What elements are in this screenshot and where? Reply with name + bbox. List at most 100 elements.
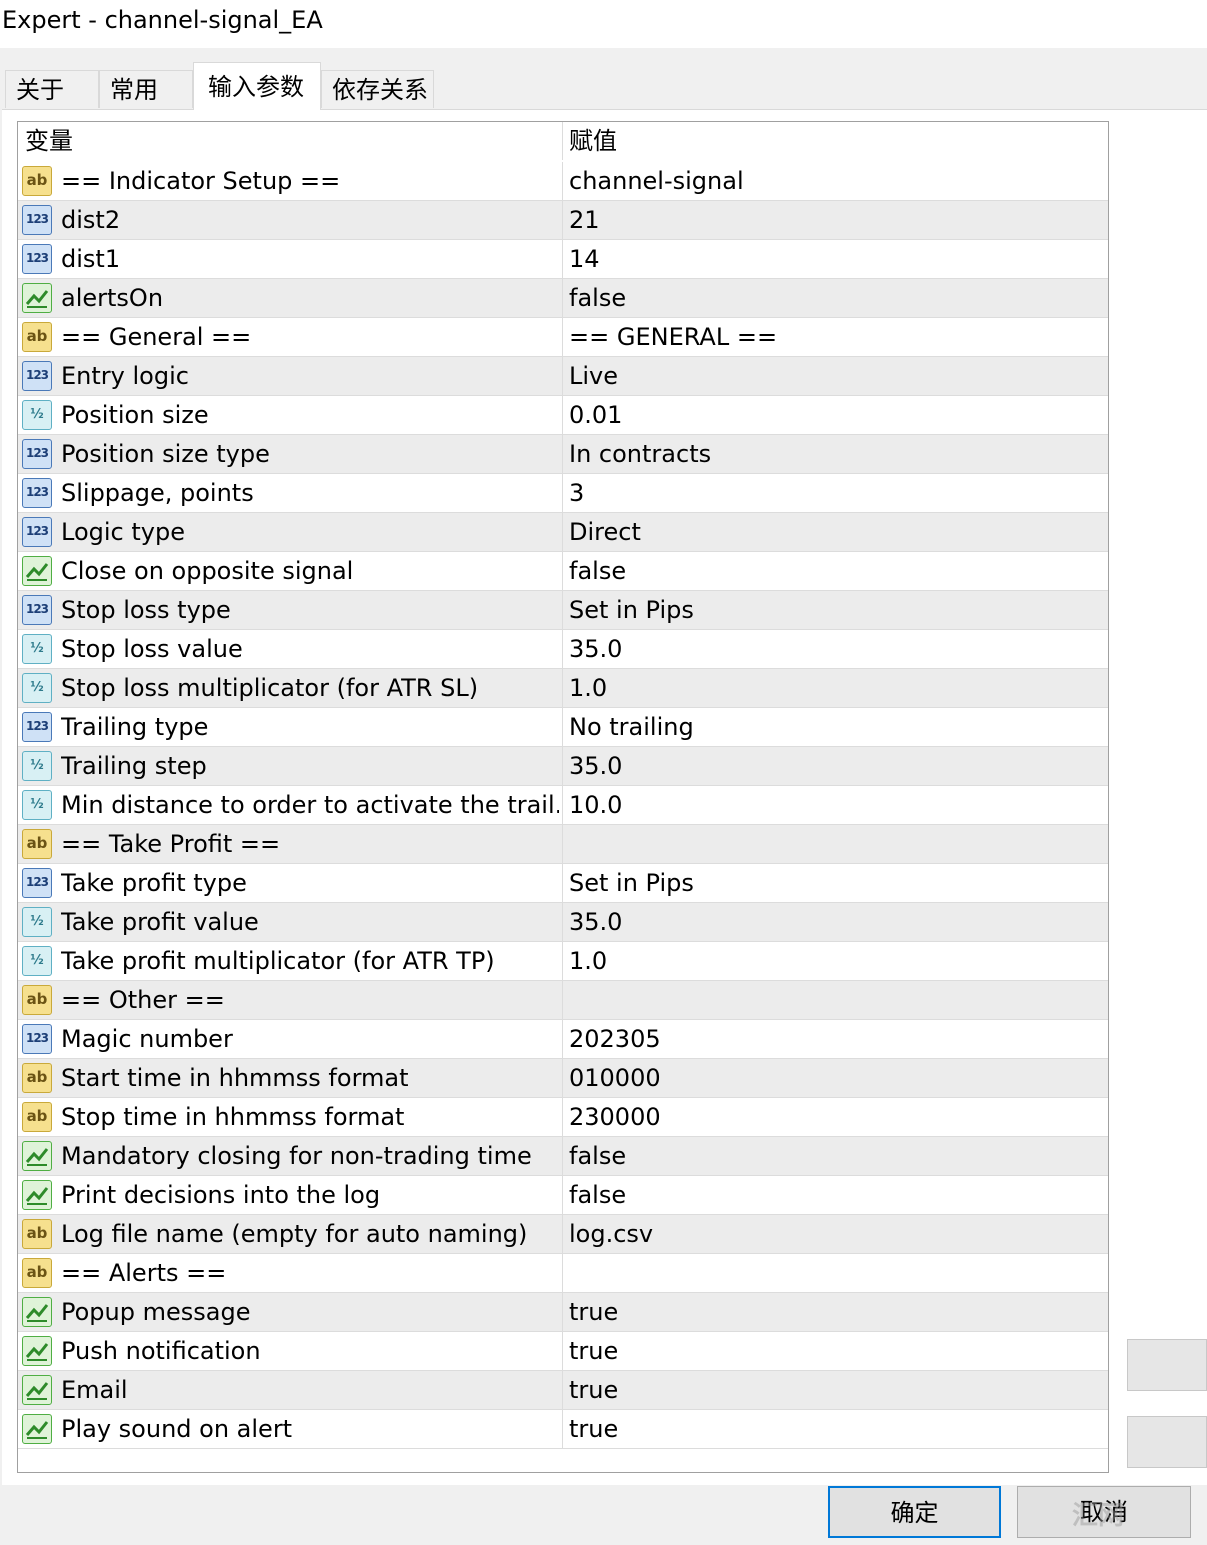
param-value[interactable]: 1.0 — [569, 669, 1099, 707]
param-name-cell: 123 Take profit type — [18, 864, 563, 902]
param-name: Logic type — [61, 518, 185, 546]
param-row[interactable]: 123 Stop loss type Set in Pips — [18, 591, 1108, 630]
half-double-icon: ½ — [22, 946, 52, 976]
param-row[interactable]: 123 Logic type Direct — [18, 513, 1108, 552]
param-value[interactable]: 35.0 — [569, 747, 1099, 785]
param-row[interactable]: Popup message true — [18, 1293, 1108, 1332]
param-row[interactable]: ab == General == == GENERAL == — [18, 318, 1108, 357]
param-value[interactable]: 35.0 — [569, 630, 1099, 668]
ab-string-icon: ab — [22, 829, 52, 859]
param-row[interactable]: ab Log file name (empty for auto naming) l… — [18, 1215, 1108, 1254]
param-row[interactable]: ½ Trailing step 35.0 — [18, 747, 1108, 786]
123-integer-icon: 123 — [22, 712, 52, 742]
side-save-button[interactable] — [1127, 1416, 1207, 1468]
window-title: Expert - channel-signal_EA — [2, 6, 323, 34]
param-row[interactable]: 123 dist1 14 — [18, 240, 1108, 279]
param-value[interactable]: In contracts — [569, 435, 1099, 473]
param-value[interactable]: Live — [569, 357, 1099, 395]
param-name-cell: ab Stop time in hhmmss format — [18, 1098, 563, 1136]
param-row[interactable]: ½ Min distance to order to activate the t… — [18, 786, 1108, 825]
param-row[interactable]: ½ Take profit value 35.0 — [18, 903, 1108, 942]
param-value[interactable]: == GENERAL == — [569, 318, 1099, 356]
param-name-cell: 123 Logic type — [18, 513, 563, 551]
123-integer-icon: 123 — [22, 205, 52, 235]
param-row[interactable]: Mandatory closing for non-trading time fa… — [18, 1137, 1108, 1176]
ok-button[interactable]: 确定 — [828, 1486, 1001, 1538]
param-row[interactable]: 123 Entry logic Live — [18, 357, 1108, 396]
param-value[interactable]: false — [569, 279, 1099, 317]
window-titlebar: Expert - channel-signal_EA — [0, 0, 1207, 48]
param-name: == General == — [61, 323, 252, 351]
param-value[interactable]: 3 — [569, 474, 1099, 512]
param-value[interactable]: 0.01 — [569, 396, 1099, 434]
param-value[interactable]: false — [569, 552, 1099, 590]
param-value[interactable]: Set in Pips — [569, 591, 1099, 629]
param-name: Stop time in hhmmss format — [61, 1103, 405, 1131]
param-row[interactable]: Push notification true — [18, 1332, 1108, 1371]
param-value[interactable]: true — [569, 1293, 1099, 1331]
param-value[interactable]: 14 — [569, 240, 1099, 278]
param-row[interactable]: 123 Position size type In contracts — [18, 435, 1108, 474]
param-value[interactable]: true — [569, 1371, 1099, 1409]
param-name: Trailing step — [61, 752, 207, 780]
param-value[interactable]: Direct — [569, 513, 1099, 551]
tab-inputs[interactable]: 输入参数 — [193, 62, 321, 110]
param-value[interactable]: false — [569, 1176, 1099, 1214]
param-row[interactable]: ab == Alerts == — [18, 1254, 1108, 1293]
side-load-button[interactable] — [1127, 1339, 1207, 1391]
param-row[interactable]: 123 Take profit type Set in Pips — [18, 864, 1108, 903]
param-row[interactable]: 123 Magic number 202305 — [18, 1020, 1108, 1059]
ab-string-icon: ab — [22, 1258, 52, 1288]
param-value[interactable]: channel-signal — [569, 162, 1099, 200]
param-value[interactable]: log.csv — [569, 1215, 1099, 1253]
param-name: Start time in hhmmss format — [61, 1064, 409, 1092]
param-name: Take profit value — [61, 908, 259, 936]
param-row[interactable]: Print decisions into the log false — [18, 1176, 1108, 1215]
column-header-variable[interactable]: 变量 — [18, 122, 563, 160]
param-row[interactable]: ½ Stop loss value 35.0 — [18, 630, 1108, 669]
param-row[interactable]: ab == Other == — [18, 981, 1108, 1020]
param-value[interactable]: 35.0 — [569, 903, 1099, 941]
param-name-cell: 123 Trailing type — [18, 708, 563, 746]
bool-icon — [22, 1375, 52, 1405]
param-value[interactable]: 010000 — [569, 1059, 1099, 1097]
tab-about[interactable]: 关于 — [5, 70, 99, 108]
param-value[interactable]: false — [569, 1137, 1099, 1175]
param-name: Stop loss type — [61, 596, 231, 624]
param-row[interactable]: ab Start time in hhmmss format 010000 — [18, 1059, 1108, 1098]
param-row[interactable]: 123 Trailing type No trailing — [18, 708, 1108, 747]
param-value[interactable]: Set in Pips — [569, 864, 1099, 902]
param-value[interactable]: 10.0 — [569, 786, 1099, 824]
param-value[interactable]: 230000 — [569, 1098, 1099, 1136]
param-value[interactable]: 1.0 — [569, 942, 1099, 980]
ab-string-icon: ab — [22, 1102, 52, 1132]
param-row[interactable]: alertsOn false — [18, 279, 1108, 318]
param-value[interactable]: 202305 — [569, 1020, 1099, 1058]
param-row[interactable]: 123 dist2 21 — [18, 201, 1108, 240]
column-header-value[interactable]: 赋值 — [569, 122, 1099, 160]
param-row[interactable]: ab == Take Profit == — [18, 825, 1108, 864]
param-row[interactable]: Play sound on alert true — [18, 1410, 1108, 1449]
tab-common[interactable]: 常用 — [99, 70, 193, 108]
param-name: Email — [61, 1376, 128, 1404]
param-row[interactable]: ab Stop time in hhmmss format 230000 — [18, 1098, 1108, 1137]
bool-icon — [22, 1297, 52, 1327]
param-value[interactable]: 21 — [569, 201, 1099, 239]
param-value[interactable]: No trailing — [569, 708, 1099, 746]
param-name: Play sound on alert — [61, 1415, 293, 1443]
param-value[interactable]: true — [569, 1332, 1099, 1370]
param-row[interactable]: Email true — [18, 1371, 1108, 1410]
param-row[interactable]: ½ Take profit multiplicator (for ATR TP) 1… — [18, 942, 1108, 981]
tab-dependencies[interactable]: 依存关系 — [321, 70, 434, 108]
param-value[interactable]: true — [569, 1410, 1099, 1448]
param-row[interactable]: ab == Indicator Setup == channel-signal — [18, 162, 1108, 201]
param-name: Close on opposite signal — [61, 557, 354, 585]
param-row[interactable]: ½ Stop loss multiplicator (for ATR SL) 1.0 — [18, 669, 1108, 708]
param-name-cell: 123 Stop loss type — [18, 591, 563, 629]
param-row[interactable]: ½ Position size 0.01 — [18, 396, 1108, 435]
param-name: Print decisions into the log — [61, 1181, 381, 1209]
param-row[interactable]: 123 Slippage, points 3 — [18, 474, 1108, 513]
param-name-cell: ½ Take profit multiplicator (for ATR TP) — [18, 942, 563, 980]
param-name: Take profit type — [61, 869, 247, 897]
param-row[interactable]: Close on opposite signal false — [18, 552, 1108, 591]
